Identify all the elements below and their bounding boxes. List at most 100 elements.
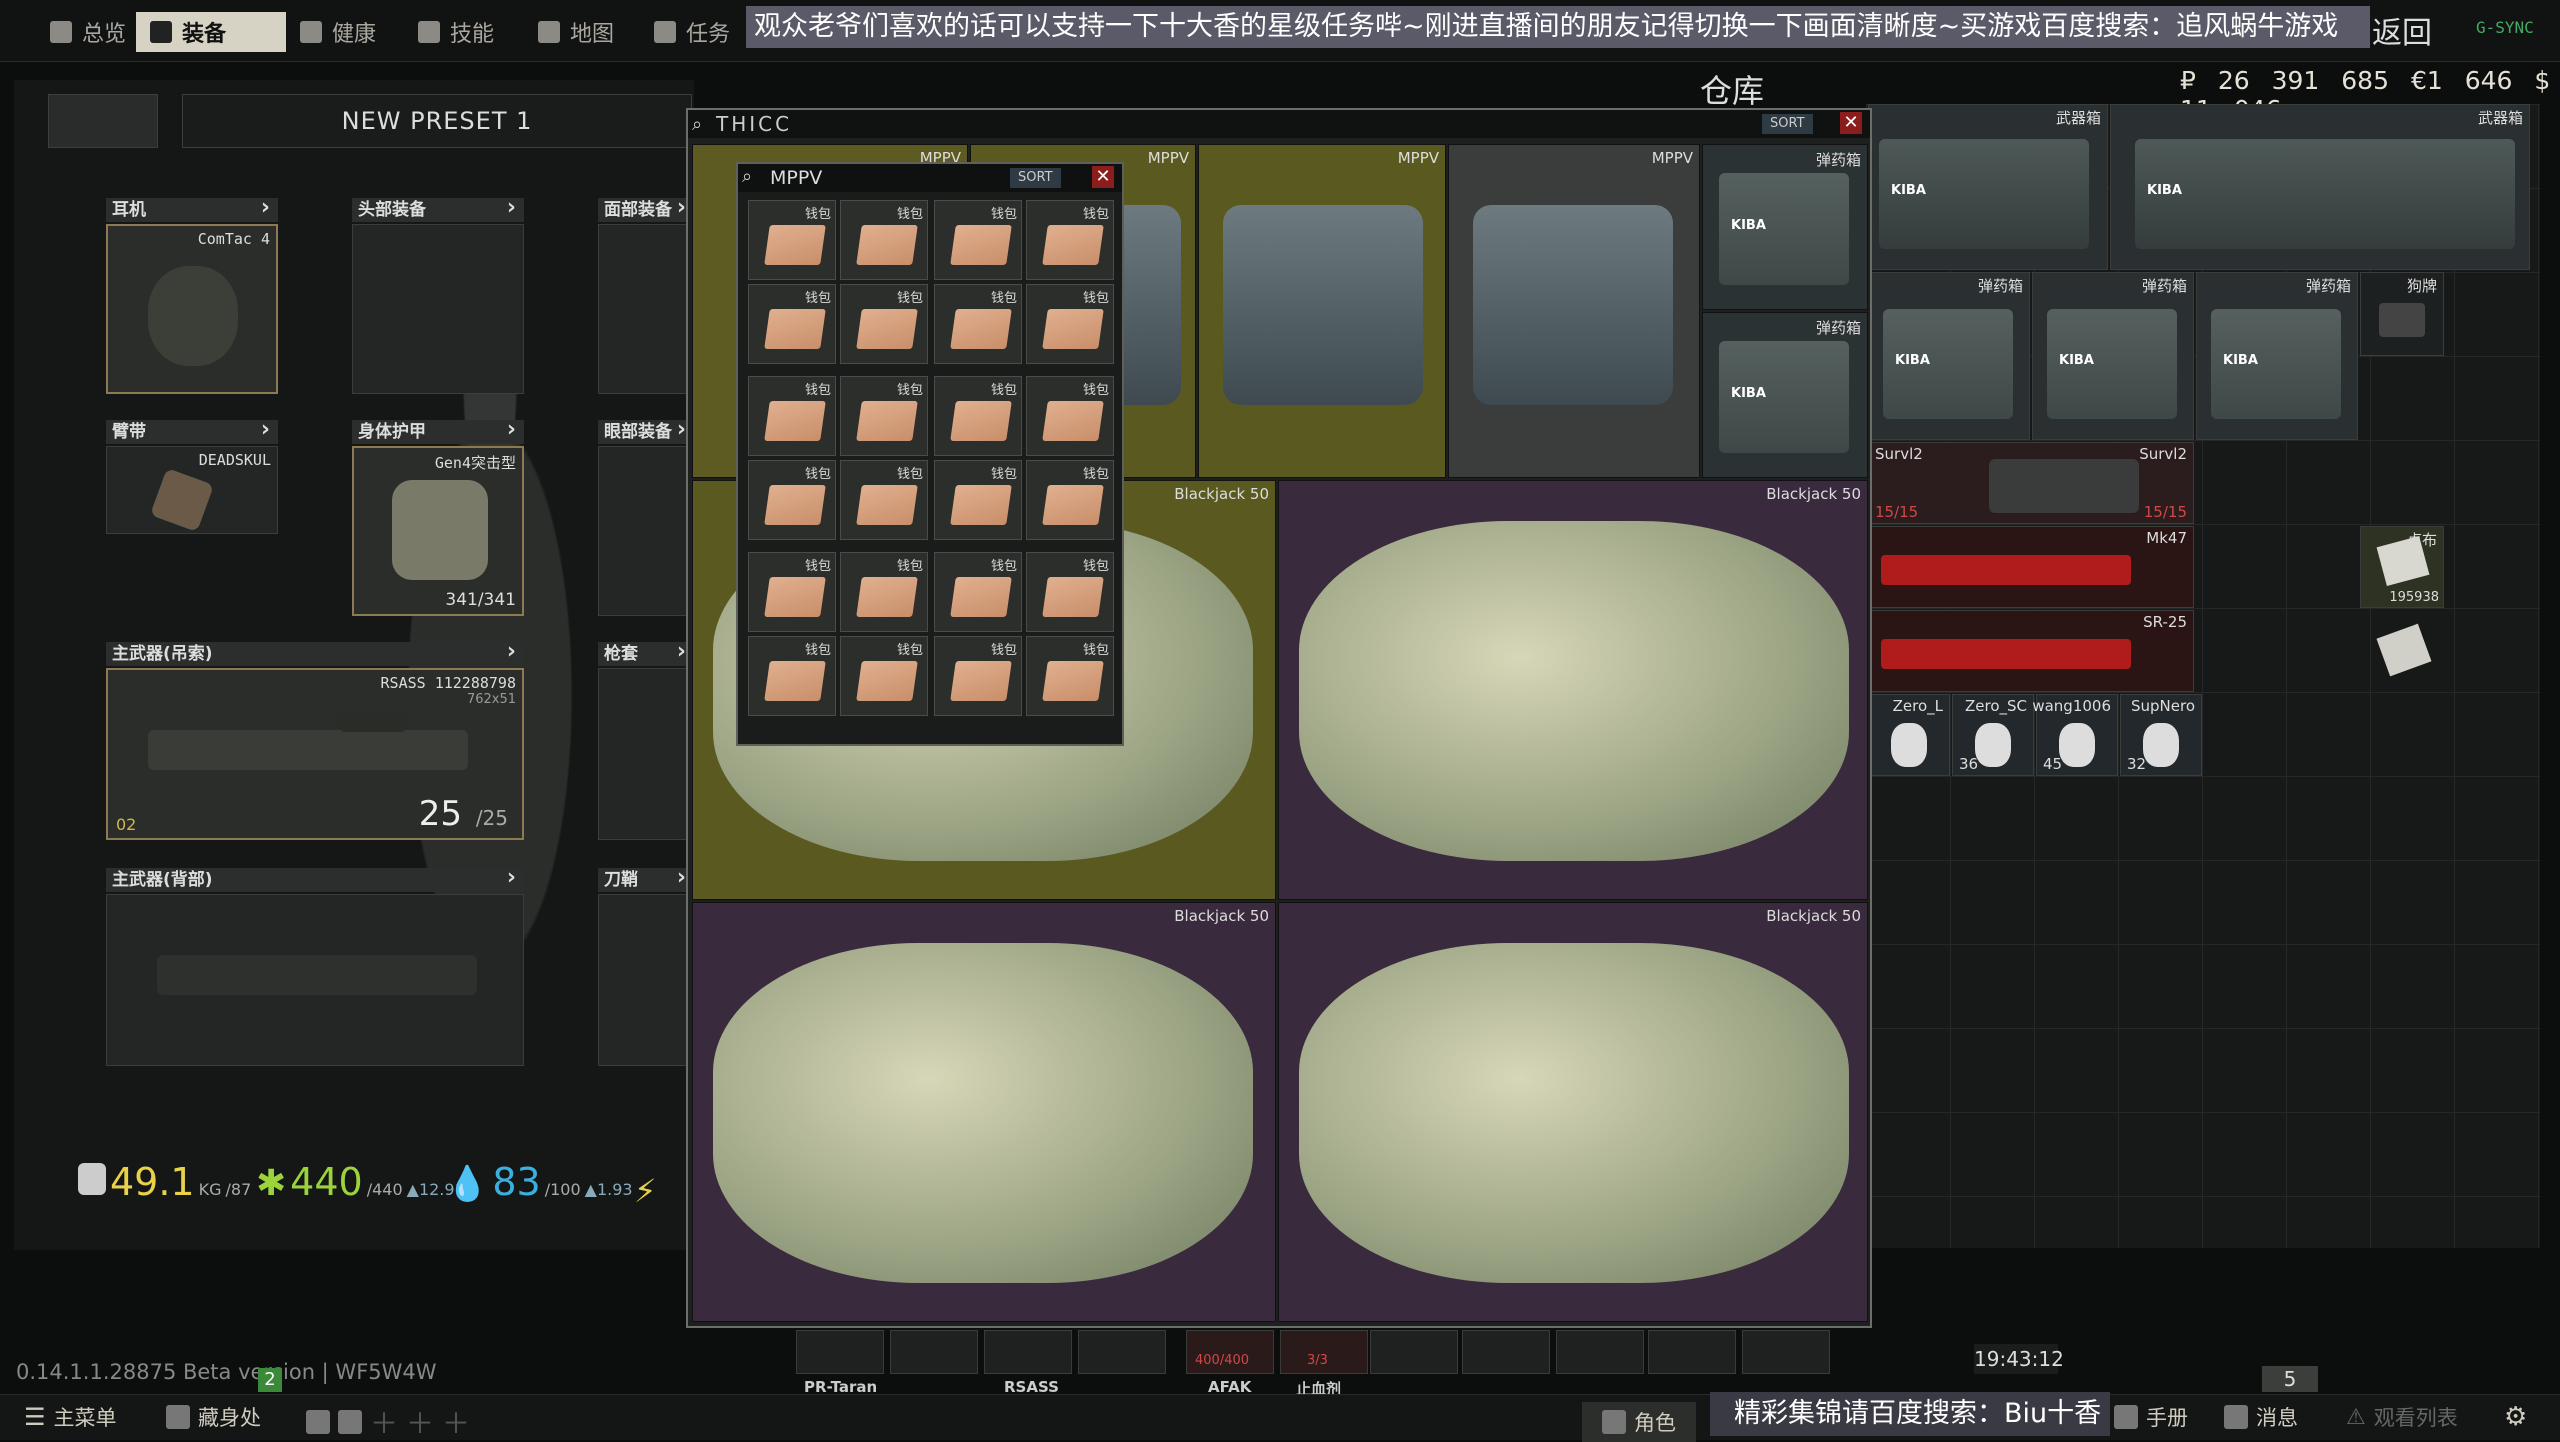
quick-slot-4[interactable] <box>1078 1330 1166 1374</box>
tab-overview[interactable]: 总览 <box>36 12 140 52</box>
hideout-button[interactable]: 藏身处 <box>166 1402 261 1432</box>
mppv-close-button[interactable]: ✕ <box>1092 166 1114 188</box>
slot-armband[interactable]: DEADSKUL <box>106 446 278 534</box>
stash-mouse[interactable]: SupNero 32 <box>2120 694 2202 776</box>
stash-sr25[interactable]: SR-25 <box>1868 610 2194 692</box>
wallet-item[interactable]: 钱包 <box>934 636 1022 716</box>
slot-earpiece-header[interactable]: 耳机 <box>106 196 278 222</box>
wallet-item[interactable]: 钱包 <box>748 376 836 456</box>
quick-slot-7[interactable] <box>1370 1330 1458 1374</box>
wallet-item[interactable]: 钱包 <box>1026 284 1114 364</box>
thicc-mppv[interactable]: MPPV <box>1198 144 1446 478</box>
tab-health[interactable]: 健康 <box>286 12 390 52</box>
wallet-item[interactable]: 钱包 <box>748 552 836 632</box>
stash-mouse[interactable]: Zero_SC 36 <box>1952 694 2034 776</box>
stash-dogtag-case[interactable]: 狗牌 <box>2360 272 2444 356</box>
slot-holster-header[interactable]: 枪套 <box>598 640 694 666</box>
wallet-item[interactable]: 钱包 <box>748 636 836 716</box>
quick-slot-6[interactable]: 3/3 <box>1280 1330 1368 1374</box>
group-slots[interactable]: ＋＋＋ <box>306 1402 470 1442</box>
slot-eyewear-header[interactable]: 眼部装备 <box>598 418 694 444</box>
wallet-item[interactable]: 钱包 <box>748 460 836 540</box>
quick-slot-8[interactable] <box>1462 1330 1550 1374</box>
thicc-backpack[interactable]: Blackjack 50 <box>1278 480 1868 900</box>
slot-armband-header[interactable]: 臂带 <box>106 418 278 444</box>
wallet-item[interactable]: 钱包 <box>748 284 836 364</box>
thicc-close-button[interactable]: ✕ <box>1840 112 1862 134</box>
quick-slot-2[interactable] <box>890 1330 978 1374</box>
watchlist-button[interactable]: ⚠ 观看列表 <box>2346 1402 2458 1432</box>
thicc-backpack[interactable]: Blackjack 50 <box>1278 902 1868 1322</box>
preset-menu-button[interactable] <box>48 94 158 148</box>
handbook-button[interactable]: 手册 <box>2114 1402 2188 1432</box>
slot-body-armor[interactable]: Gen4突击型 341/341 <box>352 446 524 616</box>
stash-weapon-case[interactable]: 武器箱 <box>1868 104 2108 270</box>
tab-skills[interactable]: 技能 <box>404 12 508 52</box>
slot-armor-header[interactable]: 身体护甲 <box>352 418 524 444</box>
thicc-ammo-case[interactable]: 弹药箱 <box>1702 144 1868 310</box>
slot-primary-sling[interactable]: RSASS 112288798 762x51 02 25 /25 <box>106 668 524 840</box>
slot-scabbard[interactable] <box>598 894 694 1066</box>
slot-holster[interactable] <box>598 668 694 840</box>
quick-slot-10[interactable] <box>1648 1330 1736 1374</box>
stash-mouse[interactable]: wang1006 45 <box>2032 694 2118 776</box>
wallet-item[interactable]: 钱包 <box>840 376 928 456</box>
slot-eyewear[interactable] <box>598 446 694 616</box>
wallet-item[interactable]: 钱包 <box>1026 552 1114 632</box>
search-icon[interactable]: ⌕ <box>742 166 752 187</box>
slot-scabbard-header[interactable]: 刀鞘 <box>598 866 694 892</box>
slot-face[interactable] <box>598 224 694 394</box>
thicc-sort-button[interactable]: SORT <box>1762 114 1813 134</box>
quick-slot-3[interactable] <box>984 1330 1072 1374</box>
search-icon[interactable]: ⌕ <box>692 114 702 135</box>
quick-slot-9[interactable] <box>1556 1330 1644 1374</box>
tab-map[interactable]: 地图 <box>524 12 628 52</box>
settings-gear-icon[interactable]: ⚙ <box>2504 1402 2527 1432</box>
wallet-item[interactable]: 钱包 <box>934 376 1022 456</box>
slot-back-header[interactable]: 主武器(背部) <box>106 866 524 892</box>
slot-headwear-header[interactable]: 头部装备 <box>352 196 524 222</box>
back-button[interactable]: 返回 <box>2372 8 2432 52</box>
messages-button[interactable]: 消息 <box>2224 1402 2298 1432</box>
wallet-item[interactable]: 钱包 <box>934 284 1022 364</box>
wallet-item[interactable]: 钱包 <box>840 460 928 540</box>
tab-tasks[interactable]: 任务 <box>640 12 744 52</box>
stash-ammo-case[interactable]: 弹药箱 <box>2032 272 2194 440</box>
stash-roubles[interactable]: 卢布 195938 <box>2360 526 2444 608</box>
wallet-item[interactable]: 钱包 <box>840 552 928 632</box>
stash-ammo-case[interactable]: 弹药箱 <box>2196 272 2358 440</box>
wallet-item[interactable]: 钱包 <box>840 284 928 364</box>
wallet-item[interactable]: 钱包 <box>934 460 1022 540</box>
slot-sling-header[interactable]: 主武器(吊索) <box>106 640 524 666</box>
thicc-window-title[interactable]: THICC <box>688 110 1870 138</box>
quick-slot-1[interactable] <box>796 1330 884 1374</box>
slot-headwear[interactable] <box>352 224 524 394</box>
main-menu-button[interactable]: ☰ 主菜单 <box>24 1402 117 1432</box>
mppv-sort-button[interactable]: SORT <box>1010 168 1061 188</box>
wallet-item[interactable]: 钱包 <box>1026 460 1114 540</box>
thicc-mppv[interactable]: MPPV <box>1448 144 1700 478</box>
slot-earpiece[interactable]: ComTac 4 <box>106 224 278 394</box>
wallet-item[interactable]: 钱包 <box>840 200 928 280</box>
wallet-item[interactable]: 钱包 <box>1026 636 1114 716</box>
quick-slot-5[interactable]: 400/400 <box>1186 1330 1274 1374</box>
character-button[interactable]: 角色 <box>1582 1402 1696 1442</box>
thicc-ammo-case[interactable]: 弹药箱 <box>1702 312 1868 478</box>
wallet-item[interactable]: 钱包 <box>748 200 836 280</box>
stash-weapon-case[interactable]: 武器箱 <box>2110 104 2530 270</box>
wallet-item[interactable]: 钱包 <box>934 200 1022 280</box>
wallet-item[interactable]: 钱包 <box>1026 200 1114 280</box>
wallet-item[interactable]: 钱包 <box>840 636 928 716</box>
wallet-item[interactable]: 钱包 <box>934 552 1022 632</box>
thicc-backpack[interactable]: Blackjack 50 <box>692 902 1276 1322</box>
stash-ammo-case[interactable]: 弹药箱 <box>1868 272 2030 440</box>
tab-gear[interactable]: 装备 <box>136 12 286 52</box>
quick-slot-11[interactable] <box>1742 1330 1830 1374</box>
stash-mk47[interactable]: Mk47 <box>1868 526 2194 608</box>
stash-mouse[interactable]: Zero_L <box>1868 694 1950 776</box>
mppv-window-title[interactable]: MPPV <box>738 164 1122 192</box>
slot-primary-back[interactable] <box>106 894 524 1066</box>
preset-name[interactable]: NEW PRESET 1 <box>182 94 692 148</box>
wallet-item[interactable]: 钱包 <box>1026 376 1114 456</box>
slot-face-header[interactable]: 面部装备 <box>598 196 694 222</box>
